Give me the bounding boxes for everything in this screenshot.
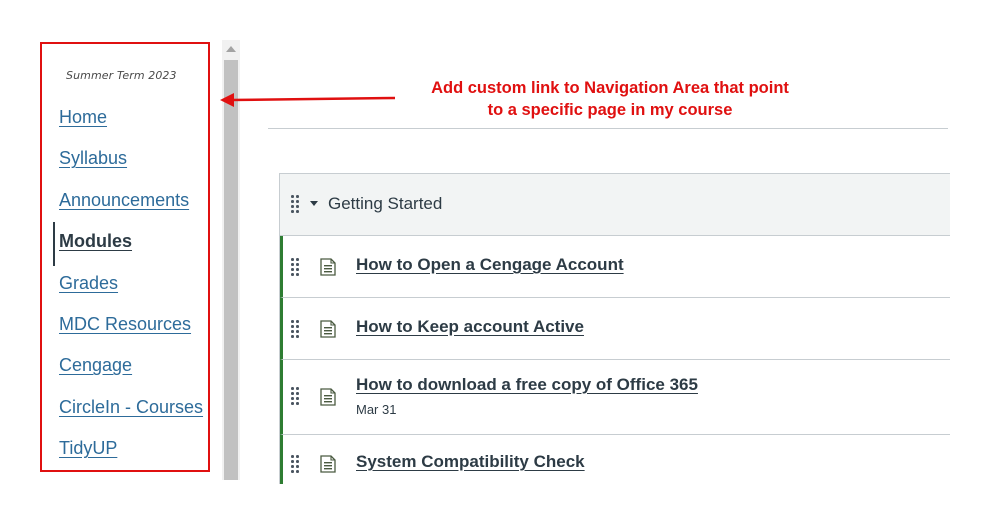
- module-item-title[interactable]: How to Open a Cengage Account: [356, 255, 624, 275]
- annotation-line-2: to a specific page in my course: [487, 101, 733, 119]
- module-item-date: Mar 31: [356, 402, 397, 417]
- nav-syllabus[interactable]: Syllabus: [59, 148, 127, 169]
- term-label: Summer Term 2023: [66, 69, 177, 82]
- module-header[interactable]: Getting Started: [280, 174, 950, 236]
- scroll-up-arrow-icon[interactable]: [226, 46, 236, 52]
- nav-mdc-resources[interactable]: MDC Resources: [59, 314, 191, 335]
- nav-home[interactable]: Home: [59, 107, 107, 128]
- course-navigation: Summer Term 2023 Home Syllabus Announcem…: [40, 42, 210, 472]
- nav-tidyup[interactable]: TidyUP: [59, 438, 117, 459]
- nav-modules[interactable]: Modules: [59, 231, 132, 252]
- caret-down-icon[interactable]: [310, 201, 318, 206]
- drag-handle-icon[interactable]: [291, 320, 301, 338]
- nav-announcements[interactable]: Announcements: [59, 190, 189, 211]
- module-item-title[interactable]: System Compatibility Check: [356, 452, 585, 472]
- active-indicator: [53, 222, 55, 266]
- content-divider: [268, 128, 948, 129]
- module-item[interactable]: How to download a free copy of Office 36…: [280, 360, 950, 435]
- annotation-line-1: Add custom link to Navigation Area that …: [431, 79, 789, 97]
- module-item-title[interactable]: How to Keep account Active: [356, 317, 584, 337]
- module-getting-started: Getting Started How to Open a Cengage Ac…: [279, 173, 950, 484]
- nav-circlein-courses[interactable]: CircleIn - Courses: [59, 397, 203, 418]
- page-icon: [320, 455, 336, 473]
- page-icon: [320, 388, 336, 406]
- module-item[interactable]: System Compatibility Check: [280, 435, 950, 484]
- drag-handle-icon[interactable]: [291, 455, 301, 473]
- page-icon: [320, 320, 336, 338]
- nav-cengage[interactable]: Cengage: [59, 355, 132, 376]
- module-item[interactable]: How to Keep account Active: [280, 298, 950, 360]
- page-icon: [320, 258, 336, 276]
- drag-handle-icon[interactable]: [291, 258, 301, 276]
- scroll-thumb[interactable]: [224, 60, 238, 480]
- drag-handle-icon[interactable]: [291, 195, 301, 213]
- module-title: Getting Started: [328, 194, 443, 213]
- drag-handle-icon[interactable]: [291, 387, 301, 405]
- annotation-callout: Add custom link to Navigation Area that …: [380, 77, 840, 121]
- module-item[interactable]: How to Open a Cengage Account: [280, 236, 950, 298]
- arrow-left-icon: [220, 93, 396, 107]
- module-item-title[interactable]: How to download a free copy of Office 36…: [356, 375, 698, 395]
- nav-grades[interactable]: Grades: [59, 273, 118, 294]
